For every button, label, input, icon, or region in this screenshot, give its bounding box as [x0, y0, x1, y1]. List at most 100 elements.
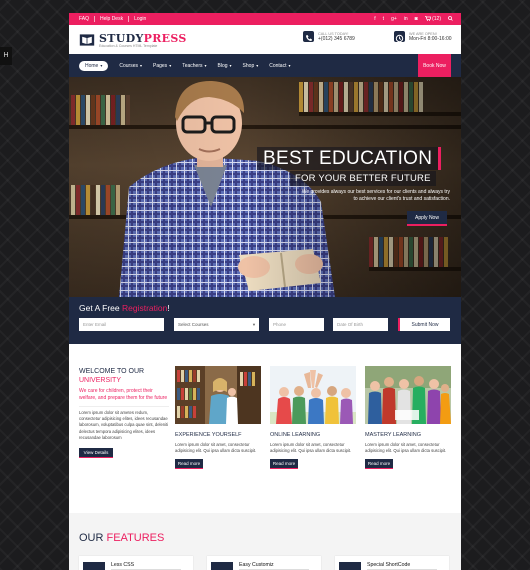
linkedin-icon[interactable]: in	[404, 16, 408, 22]
feature-title: Easy Customiz	[239, 562, 274, 568]
registration-title-end: !	[167, 303, 170, 313]
submit-now-button[interactable]: Submit Now	[398, 318, 450, 331]
nav-teachers-label: Teachers	[182, 62, 203, 69]
hero-title: BEST EDUCATION	[257, 147, 442, 170]
feature-special-shortcode: Special ShortCode	[335, 556, 449, 570]
hero-subtitle: FOR YOUR BETTER FUTURE	[290, 171, 436, 186]
nav-teachers[interactable]: Teachers ▾	[182, 63, 206, 69]
students-high-five-photo	[270, 366, 356, 424]
main-nav: Home ▾ Courses ▾ Pages ▾ Teachers ▾ Blog ▾ Sh…	[69, 54, 461, 77]
nav-pages[interactable]: Pages ▾	[153, 63, 171, 69]
students-group-photo	[365, 366, 451, 424]
nav-home[interactable]: Home ▾	[79, 60, 109, 71]
chevron-down-icon: ▾	[139, 63, 142, 68]
welcome-heading-highlight: UNIVERSITY	[79, 377, 122, 384]
welcome-heading: WELCOME TO OUR	[79, 368, 145, 375]
faq-link[interactable]: FAQ	[79, 16, 89, 22]
chevron-down-icon: ▾	[229, 63, 232, 68]
nav-contact[interactable]: Contact ▾	[269, 63, 290, 69]
dob-field[interactable]: Date Of Birth	[333, 318, 388, 331]
nav-home-label: Home	[85, 62, 99, 69]
courses-select[interactable]: Select Courses ▼	[174, 318, 259, 331]
logo-text-study: STUDY	[99, 31, 144, 45]
customize-icon	[211, 562, 233, 570]
hours-info: WE ARE OPEN! Mon-Fri 8:00-16:00	[394, 31, 452, 43]
feature-title: Special ShortCode	[367, 562, 411, 568]
read-more-button[interactable]: Read more	[175, 459, 203, 470]
chevron-down-icon: ▾	[256, 63, 259, 68]
features-heading-text: OUR	[79, 532, 107, 544]
card-title: ONLINE LEARNING	[270, 432, 321, 438]
twitter-icon[interactable]: t	[383, 16, 384, 22]
social-icons: f t g+ in ◙ (12)	[374, 15, 453, 23]
card-text: Lorem ipsum dolor sit amet, consectetur …	[175, 442, 257, 454]
read-more-button[interactable]: Read more	[365, 459, 393, 470]
welcome-section: WELCOME TO OUR UNIVERSITY We care for ch…	[79, 367, 169, 459]
nav-pages-label: Pages	[153, 62, 168, 69]
login-link[interactable]: Login	[134, 16, 146, 22]
google-plus-icon[interactable]: g+	[391, 16, 397, 22]
email-placeholder: Enter Email	[83, 322, 107, 327]
shortcode-icon	[339, 562, 361, 570]
book-logo-icon	[79, 33, 95, 46]
features-heading-highlight: FEATURES	[106, 532, 165, 544]
read-more-button[interactable]: Read more	[270, 459, 298, 470]
nav-shop-label: Shop	[242, 62, 255, 69]
card-online-learning: ONLINE LEARNING Lorem ipsum dolor sit am…	[270, 366, 356, 470]
features-heading: OUR FEATURES	[79, 532, 164, 544]
library-photo	[175, 366, 261, 424]
registration-title-text: Get A Free	[79, 303, 122, 313]
cart-count: (12)	[432, 16, 441, 22]
css-icon	[83, 562, 105, 570]
call-info: CALL US TODAY! +(012) 345 6789	[303, 31, 355, 42]
nav-blog-label: Blog	[217, 62, 228, 69]
phone-field[interactable]: Phone	[269, 318, 324, 331]
side-panel-toggle[interactable]: H	[0, 47, 12, 65]
cart-icon	[424, 16, 432, 22]
courses-placeholder: Select Courses	[178, 322, 209, 327]
logo-text-press: PRESS	[143, 31, 187, 45]
open-hours: Mon-Fri 8:00-16:00	[409, 35, 452, 42]
welcome-body: Lorem ipsum dolor sit ametes redum, cons…	[79, 410, 169, 440]
hero-overlay	[69, 77, 461, 297]
divider	[94, 16, 96, 22]
top-bar: FAQ Help Desk Login f t g+ in ◙ (12)	[69, 13, 461, 25]
card-experience: EXPERIENCE YOURSELF Lorem ipsum dolor si…	[175, 366, 261, 470]
nav-shop[interactable]: Shop ▾	[243, 63, 259, 69]
site-logo[interactable]: STUDYPRESS Education & Courses HTML Temp…	[79, 32, 187, 48]
apply-now-button[interactable]: Apply Now	[407, 211, 447, 226]
nav-courses[interactable]: Courses ▾	[119, 63, 142, 69]
clock-icon	[394, 31, 405, 43]
search-icon[interactable]	[448, 15, 453, 23]
nav-courses-label: Courses	[119, 62, 138, 69]
cart-button[interactable]: (12)	[424, 16, 441, 22]
nav-blog[interactable]: Blog ▾	[218, 63, 232, 69]
help-desk-link[interactable]: Help Desk	[100, 16, 123, 22]
email-field[interactable]: Enter Email	[79, 318, 164, 331]
feature-less-css: Less CSS	[79, 556, 193, 570]
registration-title-highlight: Registration	[122, 303, 168, 313]
chevron-down-icon: ▾	[288, 63, 291, 68]
feature-title: Less CSS	[111, 562, 135, 568]
hero-slider: BEST EDUCATION FOR YOUR BETTER FUTURE We…	[69, 77, 461, 297]
card-mastery-learning: MASTERY LEARNING Lorem ipsum dolor sit a…	[365, 366, 451, 470]
page-container: FAQ Help Desk Login f t g+ in ◙ (12) STU…	[69, 13, 461, 570]
view-details-button[interactable]: View Details	[79, 448, 113, 459]
feature-easy-customiz: Easy Customiz	[207, 556, 321, 570]
phone-placeholder: Phone	[273, 322, 287, 327]
call-number: +(012) 345 6789	[318, 35, 355, 42]
chevron-down-icon: ▾	[204, 63, 207, 68]
card-title: MASTERY LEARNING	[365, 432, 422, 438]
card-title: EXPERIENCE YOURSELF	[175, 432, 242, 438]
divider	[128, 16, 130, 22]
nav-contact-label: Contact	[269, 62, 287, 69]
instagram-icon[interactable]: ◙	[415, 16, 418, 22]
phone-icon	[303, 31, 314, 42]
book-now-button[interactable]: Book Now	[418, 54, 451, 77]
chevron-down-icon: ▾	[100, 63, 103, 68]
chevron-down-icon: ▾	[169, 63, 172, 68]
facebook-icon[interactable]: f	[374, 16, 375, 22]
chevron-down-icon: ▼	[252, 322, 256, 327]
card-text: Lorem ipsum dolor sit amet, consectetur …	[365, 442, 447, 454]
top-links: FAQ Help Desk Login	[79, 16, 146, 22]
